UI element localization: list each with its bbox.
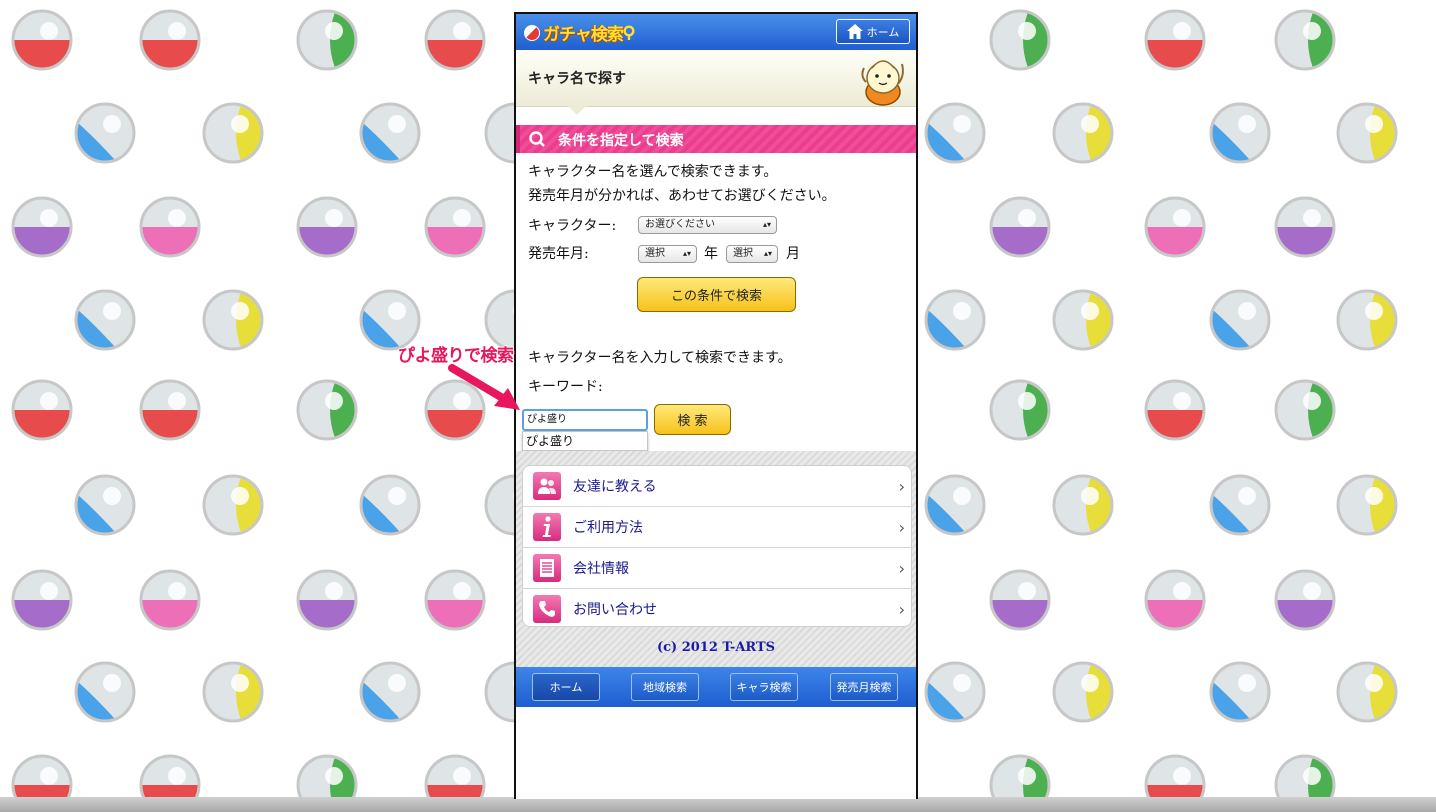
home-icon [846,24,863,39]
year-select-value: 選択 [645,248,665,259]
phone-icon [533,595,561,623]
copyright: (c) 2012 T-ARTS [656,640,776,655]
home-button[interactable]: ホーム [836,19,910,44]
chevron-right-icon: › [898,518,905,537]
character-select-value: お選びください [645,219,715,230]
mobile-page: ガチャ検索 ホーム キャラ名で探す 条件を指定して検索 キャラクター名を選んで検… [514,12,918,799]
capsule-logo-icon [524,24,540,41]
chevron-right-icon: › [898,477,905,496]
year-suffix: 年 [704,246,718,262]
search-icon [529,131,545,147]
section-header: 条件を指定して検索 [516,125,916,153]
page-subheader: キャラ名で探す [516,50,916,107]
menu-item-label: お問い合わせ [573,602,657,618]
info-icon [533,513,561,541]
subheader-pointer [568,106,586,115]
condition-search-button-label: この条件で検索 [670,289,762,304]
page-title: キャラ名で探す [528,71,626,87]
keyword-search-button-label: 検 索 [677,414,708,429]
select-arrows-icon: ▴▾ [682,249,691,258]
character-select[interactable]: お選びください ▴▾ [638,216,777,234]
site-logo[interactable]: ガチャ検索 [524,20,635,45]
keyword-label: キーワード: [528,379,603,395]
menu-item-contact[interactable]: お問い合わせ › [523,589,911,626]
month-suffix: 月 [786,246,800,262]
select-arrows-icon: ▴▾ [762,220,771,229]
menu-item-label: 友達に教える [573,479,657,495]
select-intro-line1: キャラクター名を選んで検索できます。 [528,164,778,180]
month-select-value: 選択 [733,248,753,259]
footer-tab-label: 地域検索 [643,681,687,694]
keyword-search-button[interactable]: 検 索 [654,404,731,435]
search-logo-icon [623,24,635,40]
users-icon [533,472,561,500]
character-label: キャラクター: [528,218,617,234]
annotation-text: ぴよ盛りで検索 [398,346,514,366]
mascot-icon [861,60,904,106]
menu-item-howto[interactable]: ご利用方法 › [523,507,911,548]
menu-list: 友達に教える › ご利用方法 › 会社情報 › お問い合わせ › [522,465,912,627]
browser-status-bar [0,797,1436,812]
footer-tab-home[interactable]: ホーム [532,673,600,701]
bottom-nav: ホーム 地域検索 キャラ検索 発売月検索 [516,667,916,707]
month-select[interactable]: 選択 ▴▾ [726,245,778,263]
menu-item-label: ご利用方法 [573,520,643,536]
section-title: 条件を指定して検索 [558,133,684,149]
keyword-input[interactable]: ぴよ盛り [522,409,648,431]
year-select[interactable]: 選択 ▴▾ [638,245,697,263]
annotation-arrow-icon [448,364,520,410]
footer-tab-label: キャラ検索 [736,681,792,694]
condition-search-button[interactable]: この条件で検索 [637,277,796,312]
keyword-intro: キャラクター名を入力して検索できます。 [528,350,792,366]
menu-item-share[interactable]: 友達に教える › [523,466,911,507]
home-button-label: ホーム [866,25,900,39]
footer-tab-region[interactable]: 地域検索 [631,673,699,701]
autocomplete-suggestion[interactable]: ぴよ盛り [522,431,648,451]
chevron-right-icon: › [898,600,905,619]
footer-tab-label: ホーム [549,681,583,694]
release-date-label: 発売年月: [528,246,589,262]
chevron-right-icon: › [898,559,905,578]
footer-tab-character[interactable]: キャラ検索 [730,673,798,701]
select-arrows-icon: ▴▾ [763,249,772,258]
footer-tab-release-month[interactable]: 発売月検索 [830,673,898,701]
menu-item-label: 会社情報 [573,561,629,577]
logo-text: ガチャ検索 [543,25,624,45]
top-header: ガチャ検索 ホーム [516,14,916,50]
menu-item-company[interactable]: 会社情報 › [523,548,911,589]
footer-tab-label: 発売月検索 [836,681,892,694]
select-intro-line2: 発売年月が分かれば、あわせてお選びください。 [528,188,836,204]
document-icon [533,554,561,582]
